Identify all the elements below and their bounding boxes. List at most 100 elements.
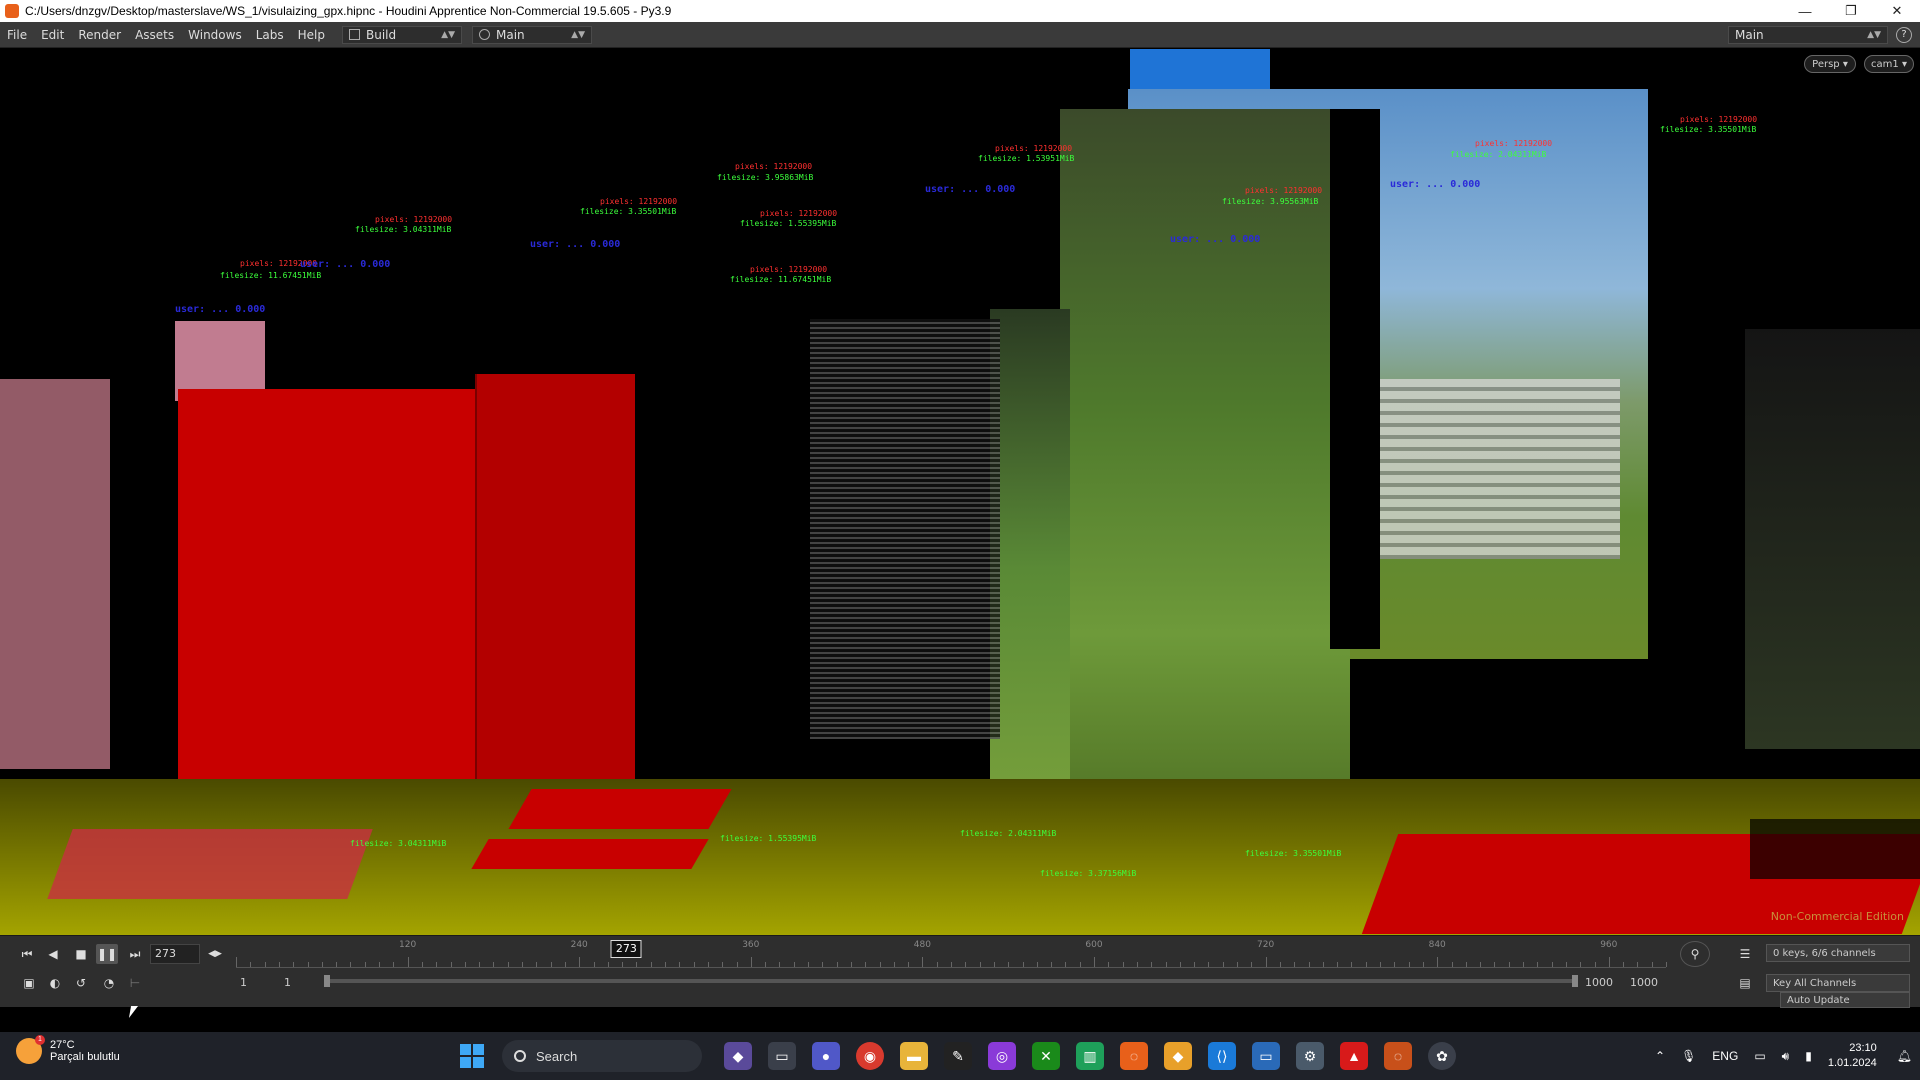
menu-help[interactable]: Help [291, 28, 332, 42]
ruler-tick [1623, 962, 1625, 967]
menu-assets[interactable]: Assets [128, 28, 181, 42]
range-icon[interactable]: ⊢ [124, 973, 146, 993]
display-icon[interactable]: ▭ [1252, 1042, 1280, 1070]
ruler-tick [336, 962, 338, 967]
stop-button[interactable]: ■ [70, 944, 92, 964]
weather-sun-icon: 1 [16, 1035, 45, 1064]
microphone-icon[interactable]: 🎙︎ [1681, 1049, 1696, 1063]
key-all-channels-dropdown[interactable]: Key All Channels [1766, 974, 1910, 992]
close-button[interactable]: ✕ [1874, 0, 1920, 22]
menu-windows[interactable]: Windows [181, 28, 249, 42]
menu-edit[interactable]: Edit [34, 28, 71, 42]
loop-icon[interactable]: ↺ [70, 973, 92, 993]
teams-icon[interactable]: ● [812, 1042, 840, 1070]
ruler-tick [993, 962, 995, 967]
chatgpt-icon[interactable]: ✿ [1428, 1042, 1456, 1070]
range-start-handle[interactable] [324, 975, 330, 987]
ruler-tick [407, 957, 409, 967]
maximize-button[interactable]: ❐ [1828, 0, 1874, 22]
desktop-label: Main [496, 27, 525, 42]
menu-labs[interactable]: Labs [249, 28, 291, 42]
ruler-tick [464, 962, 466, 967]
range-start-field[interactable]: 1 [240, 974, 247, 992]
range-start-field-2[interactable]: 1 [284, 974, 291, 992]
clock-icon[interactable]: ◔ [98, 973, 120, 993]
notifications-bell-icon[interactable]: 🔔︎ [1897, 1049, 1912, 1063]
inkscape-icon[interactable]: ✎ [944, 1042, 972, 1070]
red-ground-patch [508, 789, 732, 829]
volume-icon[interactable]: 🔊︎ [1782, 1049, 1790, 1064]
settings-gear-icon[interactable]: ⚙ [1296, 1042, 1324, 1070]
ruler-tick [1551, 962, 1553, 967]
network-icon[interactable]: ▭ [1754, 1049, 1765, 1063]
chrome-icon[interactable]: ◉ [856, 1042, 884, 1070]
widgets-icon[interactable]: ◆ [724, 1042, 752, 1070]
user-label: user: ... 0.000 [300, 259, 391, 270]
ruler-tick [1608, 957, 1610, 967]
houdini-active-icon[interactable]: ◌ [1384, 1042, 1412, 1070]
start-button[interactable] [460, 1044, 484, 1068]
range-end-field-2[interactable]: 1000 [1630, 974, 1658, 992]
non-commercial-watermark: Non-Commercial Edition [1770, 910, 1904, 923]
file-explorer-icon[interactable]: ▬ [900, 1042, 928, 1070]
range-end-field[interactable]: 1000 [1585, 974, 1613, 992]
shelf-set-selector[interactable]: Build ▲▼ [342, 25, 462, 44]
ruler-tick [736, 962, 738, 967]
main-desktop-selector[interactable]: Main ▲▼ [1728, 25, 1888, 44]
frame-range-slider[interactable] [324, 975, 1578, 987]
black-pillar [1330, 109, 1380, 649]
channel-icon[interactable]: ▤ [1734, 973, 1756, 993]
playhead-frame[interactable]: 273 [610, 940, 642, 958]
xbox-icon[interactable]: ✕ [1032, 1042, 1060, 1070]
audio-icon[interactable]: ◐ [44, 973, 66, 993]
houdini-app-icon [5, 4, 19, 18]
window-titlebar: C:/Users/dnzgv/Desktop/masterslave/WS_1/… [0, 0, 1920, 22]
ruler-tick [564, 962, 566, 967]
pixel-label: pixels: 12192000 [1475, 139, 1553, 148]
desktop-selector[interactable]: Main ▲▼ [472, 25, 592, 44]
ruler-tick [822, 962, 824, 967]
git-icon[interactable]: ◆ [1164, 1042, 1192, 1070]
filesize-label: filesize: 1.53951MiB [978, 154, 1075, 163]
menu-render[interactable]: Render [71, 28, 128, 42]
taskbar-search[interactable]: Search [502, 1040, 702, 1072]
minimize-button[interactable]: — [1782, 0, 1828, 22]
clock[interactable]: 23:10 1.01.2024 [1828, 1041, 1877, 1071]
ruler-tick [679, 962, 681, 967]
ruler-tick [1508, 962, 1510, 967]
step-back-button[interactable]: ◀ [42, 944, 64, 964]
ruler-tick [593, 962, 595, 967]
acrobat-icon[interactable]: ▲ [1340, 1042, 1368, 1070]
filesize-label: filesize: 3.04311MiB [355, 225, 452, 234]
jump-to-start-button[interactable]: ⏮ [16, 944, 38, 964]
keys-info-dropdown[interactable]: 0 keys, 6/6 channels [1766, 944, 1910, 962]
battery-icon[interactable]: ▮ [1805, 1049, 1812, 1063]
ruler-tick [893, 962, 895, 967]
language-indicator[interactable]: ENG [1712, 1049, 1738, 1063]
vscode-icon[interactable]: ⟨⟩ [1208, 1042, 1236, 1070]
ruler-tick [579, 957, 581, 967]
notes-icon[interactable]: ▥ [1076, 1042, 1104, 1070]
clock-time: 23:10 [1849, 1042, 1877, 1054]
jump-to-end-button[interactable]: ⏭ [124, 944, 146, 964]
key-icon[interactable]: ⚲ [1680, 941, 1710, 967]
menu-file[interactable]: File [0, 28, 34, 42]
houdini-icon[interactable]: ◌ [1120, 1042, 1148, 1070]
ruler-tick [865, 962, 867, 967]
camera-menu-button[interactable]: cam1 ▾ [1864, 55, 1914, 73]
timeline-ruler[interactable]: 273 120 240 360 480 600 720 840 960 [236, 940, 1667, 968]
step-frame-buttons[interactable]: ◀▶ [204, 944, 226, 964]
channel-list-icon[interactable]: ☰ [1734, 944, 1756, 964]
weather-widget[interactable]: 1 27°C Parçalı bulutlu [16, 1035, 120, 1064]
chevron-up-icon[interactable]: ⌃ [1655, 1049, 1665, 1063]
range-end-handle[interactable] [1572, 975, 1578, 987]
scene-viewport[interactable]: pixels: 12192000 filesize: 11.67451MiB p… [0, 49, 1920, 935]
help-icon[interactable]: ? [1896, 26, 1912, 43]
persp-view-button[interactable]: Persp ▾ [1804, 55, 1856, 73]
task-view-icon[interactable]: ▭ [768, 1042, 796, 1070]
realtime-toggle-icon[interactable]: ▣ [18, 973, 40, 993]
current-frame-field[interactable]: 273 [150, 944, 200, 964]
auto-update-dropdown[interactable]: Auto Update [1780, 992, 1910, 1008]
instagram-icon[interactable]: ◎ [988, 1042, 1016, 1070]
pause-button[interactable]: ❚❚ [96, 944, 118, 964]
